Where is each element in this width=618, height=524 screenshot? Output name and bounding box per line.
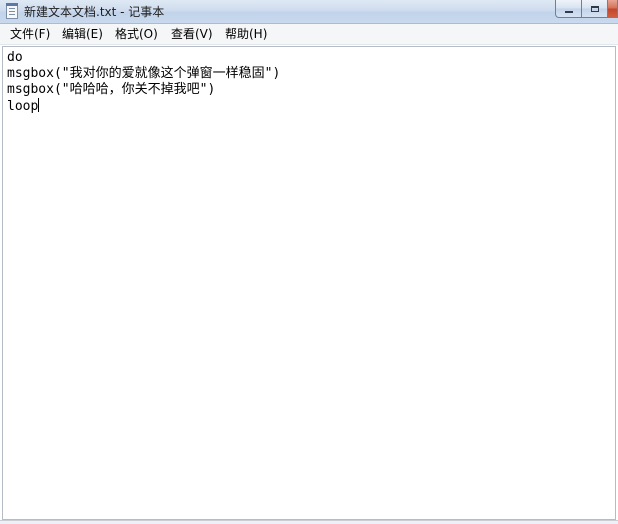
editor-line: do xyxy=(7,50,23,65)
menu-edit[interactable]: 编辑(E) xyxy=(62,27,103,42)
editor-line: loop xyxy=(7,99,39,114)
caption-buttons xyxy=(555,0,618,20)
minimize-button[interactable] xyxy=(555,0,582,18)
maximize-icon xyxy=(590,5,599,12)
menu-help[interactable]: 帮助(H) xyxy=(225,27,267,42)
menu-view[interactable]: 查看(V) xyxy=(171,27,213,42)
editor-line-last: loop xyxy=(7,98,611,115)
notepad-icon[interactable] xyxy=(6,3,18,19)
close-button[interactable] xyxy=(608,0,618,18)
status-bar xyxy=(0,520,618,524)
editor-line: msgbox("我对你的爱就像这个弹窗一样稳固") xyxy=(7,66,281,81)
menu-file[interactable]: 文件(F) xyxy=(10,27,50,42)
maximize-button[interactable] xyxy=(582,0,608,18)
window-title: 新建文本文档.txt - 记事本 xyxy=(24,5,165,19)
title-bar[interactable]: 新建文本文档.txt - 记事本 xyxy=(0,0,618,24)
menu-bar: 文件(F) 编辑(E) 格式(O) 查看(V) 帮助(H) xyxy=(0,24,618,45)
text-caret xyxy=(38,98,40,112)
editor-content[interactable]: do msgbox("我对你的爱就像这个弹窗一样稳固") msgbox("哈哈哈，你… xyxy=(7,50,611,115)
text-editor[interactable]: do msgbox("我对你的爱就像这个弹窗一样稳固") msgbox("哈哈哈，你… xyxy=(2,46,616,520)
editor-line: msgbox("哈哈哈，你关不掉我吧") xyxy=(7,82,216,97)
minimize-icon xyxy=(564,10,573,13)
menu-format[interactable]: 格式(O) xyxy=(115,27,158,42)
notepad-window: 新建文本文档.txt - 记事本 文件(F) 编辑(E) 格式(O) 查看(V)… xyxy=(0,0,618,524)
